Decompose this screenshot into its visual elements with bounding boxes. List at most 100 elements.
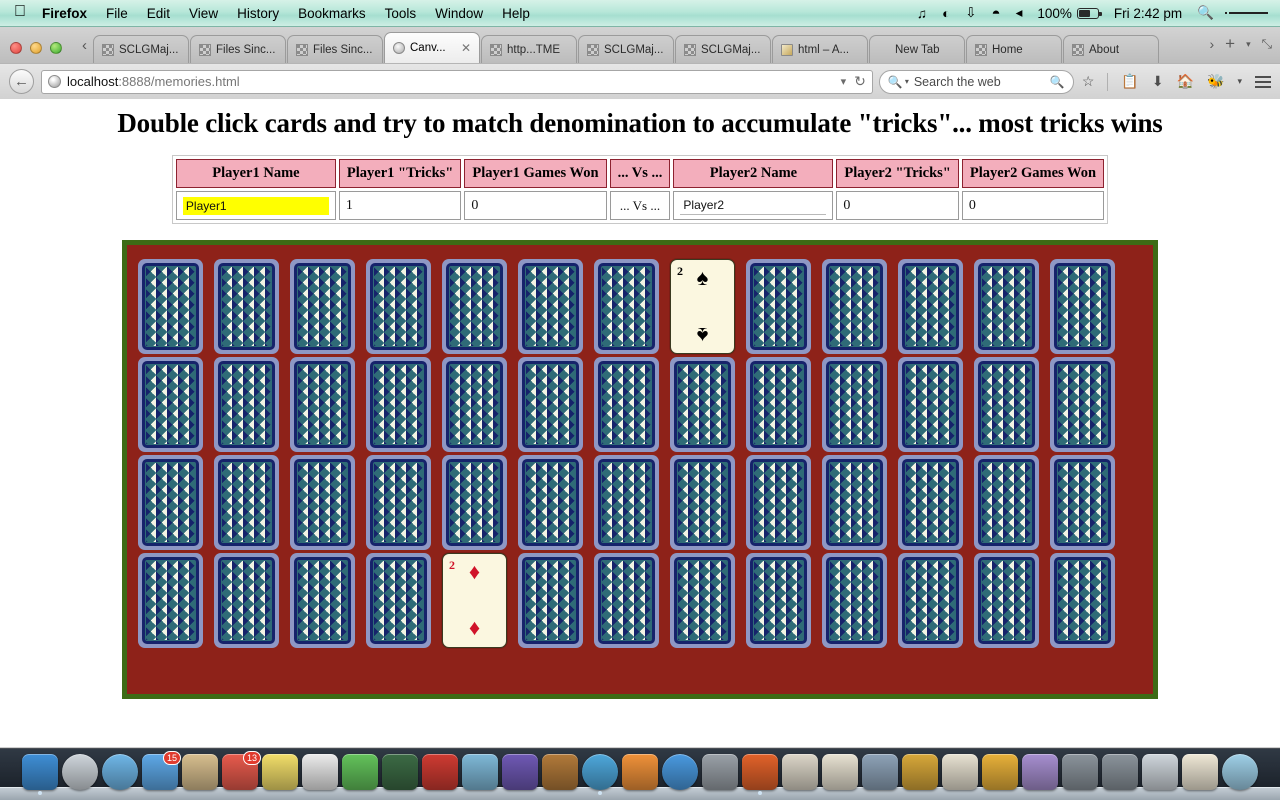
- card-face-down[interactable]: [290, 259, 355, 354]
- dock-icon-documents-stack[interactable]: [1102, 754, 1138, 790]
- tab-close-icon[interactable]: ✕: [457, 41, 471, 55]
- spotlight-search-icon[interactable]: 🔍: [1197, 5, 1214, 21]
- card-face-down[interactable]: [822, 553, 887, 648]
- cell-player1-tricks[interactable]: 1: [339, 191, 461, 220]
- home-icon[interactable]: 🏠: [1177, 73, 1194, 90]
- card-face-down[interactable]: [1050, 357, 1115, 452]
- browser-tab-7[interactable]: html – A...: [772, 35, 868, 63]
- menu-item-help[interactable]: Help: [502, 6, 530, 21]
- menu-item-history[interactable]: History: [237, 6, 279, 21]
- menu-item-firefox[interactable]: Firefox: [42, 6, 87, 21]
- card-face-down[interactable]: [1050, 455, 1115, 550]
- dock-icon-downloads-stack[interactable]: [1062, 754, 1098, 790]
- volume-icon[interactable]: ♫: [917, 6, 927, 21]
- menu-item-bookmarks[interactable]: Bookmarks: [298, 6, 366, 21]
- card-face-down[interactable]: [594, 357, 659, 452]
- card-face-up-2-spade[interactable]: 2♠♠: [670, 259, 735, 354]
- dock-icon-text-edit[interactable]: [1182, 754, 1218, 790]
- search-bar[interactable]: 🔍 ▾ Search the web 🔍: [879, 70, 1074, 94]
- site-identity-icon[interactable]: [48, 75, 61, 88]
- dock-icon-preview[interactable]: [862, 754, 898, 790]
- accessibility-icon[interactable]: ◐: [942, 6, 950, 21]
- dock-icon-firefox-orange[interactable]: [622, 754, 658, 790]
- cell-player2-name[interactable]: [673, 191, 833, 220]
- wifi-icon[interactable]: ◓: [992, 5, 1001, 22]
- card-face-down[interactable]: [366, 455, 431, 550]
- card-face-down[interactable]: [214, 553, 279, 648]
- dock-icon-safari[interactable]: [102, 754, 138, 790]
- tab-scroll-left-icon[interactable]: ‹: [78, 37, 93, 63]
- dock-icon-calendar[interactable]: 13: [222, 754, 258, 790]
- dock-icon-pages[interactable]: [942, 754, 978, 790]
- bookmark-star-icon[interactable]: ☆: [1082, 73, 1095, 90]
- card-face-down[interactable]: [138, 357, 203, 452]
- card-face-down[interactable]: [974, 259, 1039, 354]
- browser-tab-0[interactable]: SCLGMaj...: [93, 35, 189, 63]
- apple-logo-icon[interactable]: : [14, 4, 26, 20]
- browser-tab-9[interactable]: Home: [966, 35, 1062, 63]
- dock-icon-messages[interactable]: [342, 754, 378, 790]
- bluetooth-icon[interactable]: ⇩: [965, 5, 976, 21]
- menu-bar-clock[interactable]: Fri 2:42 pm: [1114, 6, 1182, 21]
- dock-icon-system-preferences[interactable]: [702, 754, 738, 790]
- card-face-down[interactable]: [746, 553, 811, 648]
- dock-icon-numbers[interactable]: [902, 754, 938, 790]
- dock-icon-dictionary[interactable]: [822, 754, 858, 790]
- dock-icon-contacts[interactable]: [182, 754, 218, 790]
- card-face-down[interactable]: [290, 553, 355, 648]
- browser-tab-2[interactable]: Files Sinc...: [287, 35, 383, 63]
- url-dropdown-icon[interactable]: ▾: [841, 75, 847, 88]
- dock-icon-keynote[interactable]: [982, 754, 1018, 790]
- menu-item-edit[interactable]: Edit: [147, 6, 170, 21]
- dock-icon-launchpad[interactable]: [62, 754, 98, 790]
- dock-icon-photo-booth[interactable]: [502, 754, 538, 790]
- cell-player1-name[interactable]: [176, 191, 336, 220]
- card-face-down[interactable]: [594, 259, 659, 354]
- card-face-down[interactable]: [822, 357, 887, 452]
- card-face-down[interactable]: [1050, 553, 1115, 648]
- menu-item-window[interactable]: Window: [435, 6, 483, 21]
- search-input[interactable]: Search the web: [914, 75, 1001, 89]
- browser-tab-1[interactable]: Files Sinc...: [190, 35, 286, 63]
- card-face-down[interactable]: [594, 455, 659, 550]
- menu-item-file[interactable]: File: [106, 6, 128, 21]
- minimize-window-button[interactable]: [30, 42, 42, 54]
- speaker-icon[interactable]: ◂: [1016, 5, 1023, 21]
- card-face-down[interactable]: [670, 357, 735, 452]
- new-tab-button[interactable]: +: [1225, 34, 1235, 54]
- battery-status[interactable]: 100%: [1037, 6, 1099, 21]
- card-face-down[interactable]: [518, 553, 583, 648]
- card-face-down[interactable]: [214, 259, 279, 354]
- dock-icon-desktop-stack[interactable]: [1142, 754, 1178, 790]
- notification-center-icon[interactable]: [1229, 10, 1268, 16]
- card-face-down[interactable]: [290, 455, 355, 550]
- fullscreen-icon[interactable]: ⤡: [1262, 36, 1272, 52]
- card-face-down[interactable]: [214, 455, 279, 550]
- dock-icon-reminders[interactable]: [302, 754, 338, 790]
- card-face-down[interactable]: [822, 455, 887, 550]
- card-face-down[interactable]: [898, 553, 963, 648]
- dock-icon-trash[interactable]: [1222, 754, 1258, 790]
- card-face-down[interactable]: [746, 455, 811, 550]
- browser-tab-5[interactable]: SCLGMaj...: [578, 35, 674, 63]
- card-face-down[interactable]: [366, 357, 431, 452]
- card-face-down[interactable]: [366, 553, 431, 648]
- card-face-down[interactable]: [746, 259, 811, 354]
- card-face-down[interactable]: [822, 259, 887, 354]
- dock-icon-itunes[interactable]: [582, 754, 618, 790]
- card-face-down[interactable]: [518, 259, 583, 354]
- card-face-down[interactable]: [746, 357, 811, 452]
- dock-icon-photos[interactable]: [462, 754, 498, 790]
- dock-icon-facetime[interactable]: [382, 754, 418, 790]
- card-face-down[interactable]: [518, 357, 583, 452]
- browser-tab-4[interactable]: http...TME: [481, 35, 577, 63]
- card-face-down[interactable]: [138, 259, 203, 354]
- search-engine-dropdown-icon[interactable]: ▾: [905, 77, 909, 86]
- bug-icon[interactable]: 🐝: [1207, 73, 1224, 90]
- menu-icon[interactable]: [1255, 76, 1271, 88]
- card-face-down[interactable]: [898, 259, 963, 354]
- card-face-down[interactable]: [442, 455, 507, 550]
- card-face-down[interactable]: [442, 357, 507, 452]
- dock-icon-finder[interactable]: [22, 754, 58, 790]
- card-face-down[interactable]: [670, 455, 735, 550]
